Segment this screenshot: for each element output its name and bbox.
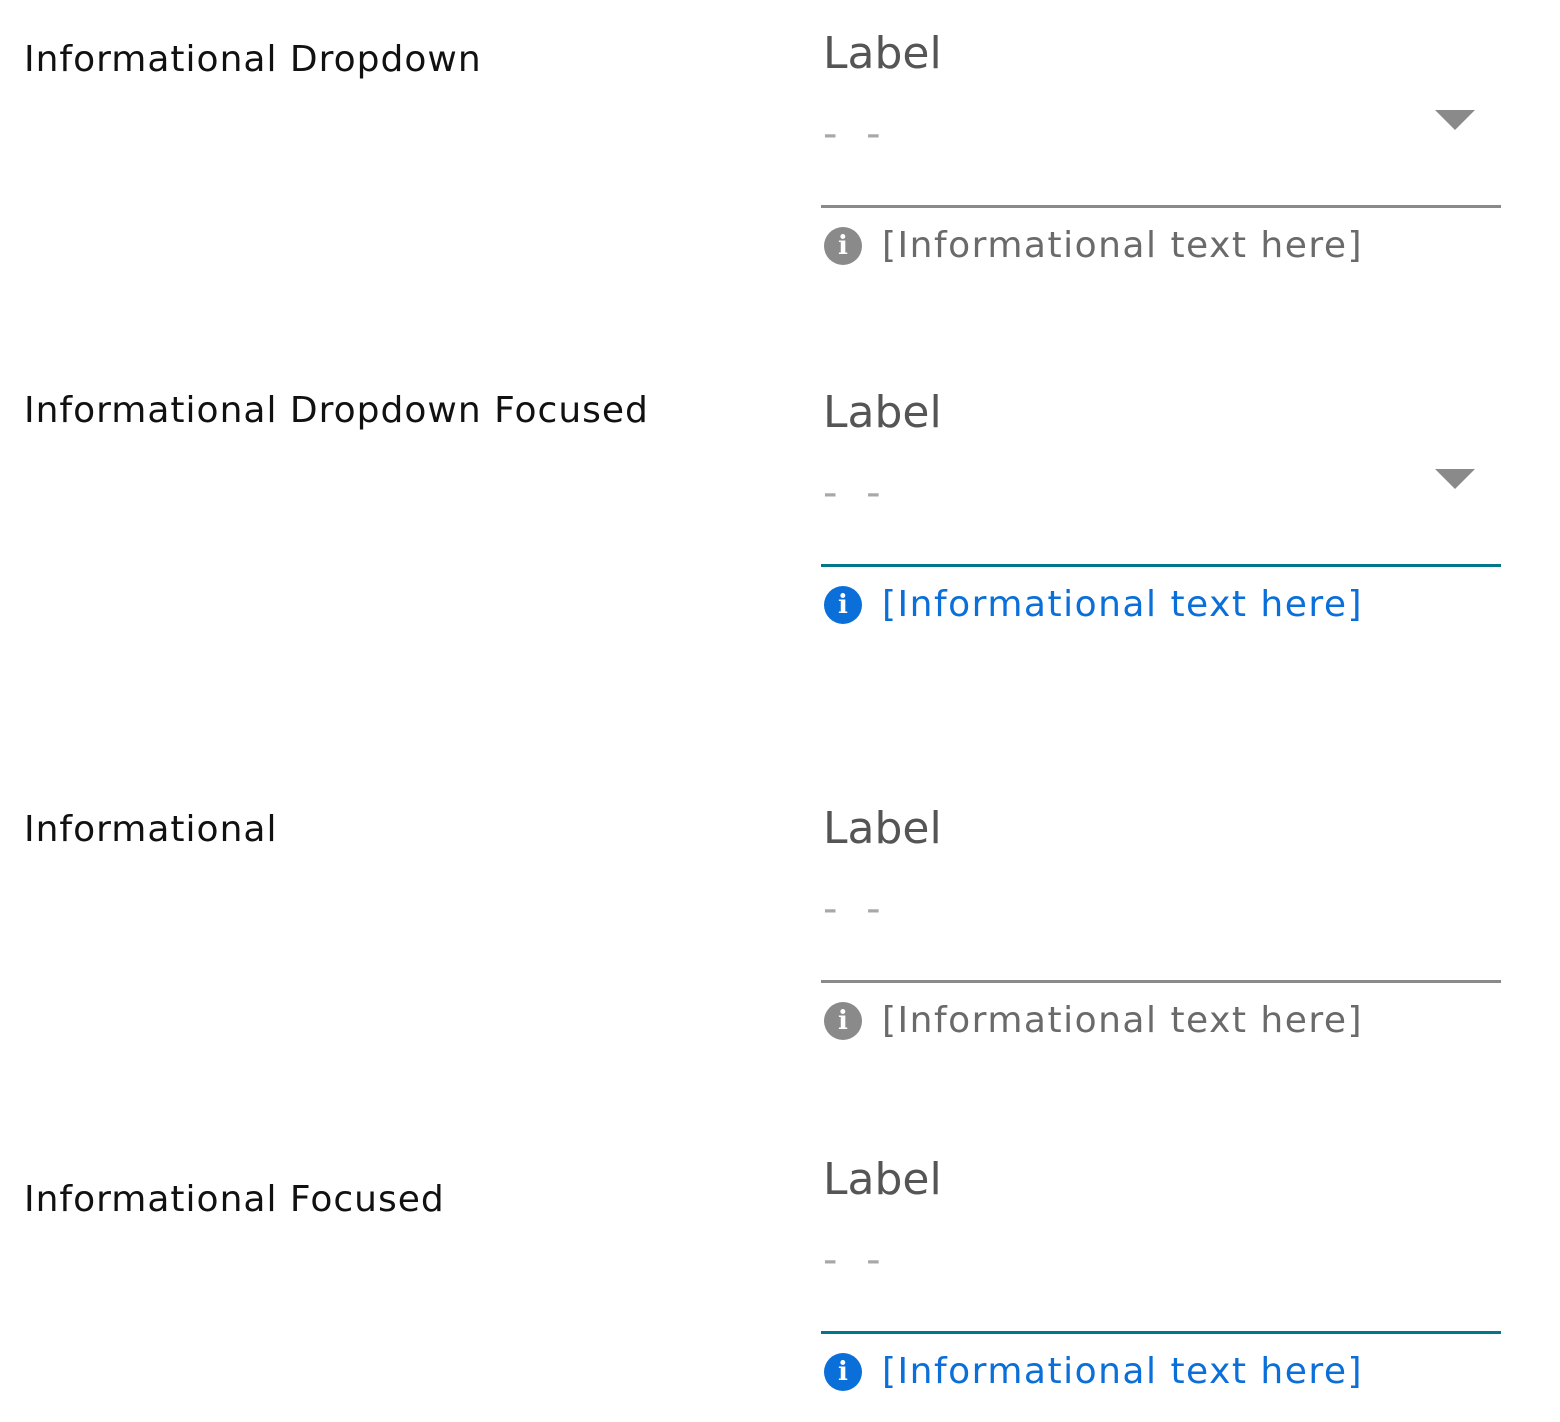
info-icon: i xyxy=(824,1002,862,1040)
field-value: - - xyxy=(823,111,889,157)
row-title: Informational Dropdown xyxy=(24,39,482,80)
field-label: Label xyxy=(823,803,942,854)
field-label: Label xyxy=(823,28,942,79)
field-underline xyxy=(821,205,1501,208)
field-label: Label xyxy=(823,387,942,438)
row-title: Informational Dropdown Focused xyxy=(24,390,649,431)
text-input[interactable]: - - xyxy=(821,1214,1501,1334)
dropdown-select[interactable]: - - xyxy=(821,447,1501,567)
field-underline xyxy=(821,1331,1501,1334)
helper-text: [Informational text here] xyxy=(882,1000,1364,1041)
helper-message: i [Informational text here] xyxy=(824,1001,1363,1041)
text-input[interactable]: - - xyxy=(821,863,1501,983)
field-value: - - xyxy=(823,1237,889,1283)
field-value: - - xyxy=(823,886,889,932)
helper-message: i [Informational text here] xyxy=(824,1352,1363,1392)
triangle-down-icon[interactable] xyxy=(1435,469,1475,489)
helper-message: i [Informational text here] xyxy=(824,585,1363,625)
helper-message: i [Informational text here] xyxy=(824,226,1363,266)
helper-text: [Informational text here] xyxy=(882,584,1364,625)
row-title: Informational xyxy=(24,809,278,850)
info-icon: i xyxy=(824,227,862,265)
field-underline xyxy=(821,980,1501,983)
info-icon: i xyxy=(824,586,862,624)
row-title: Informational Focused xyxy=(24,1179,445,1220)
triangle-down-icon[interactable] xyxy=(1435,110,1475,130)
helper-text: [Informational text here] xyxy=(882,1351,1364,1392)
field-value: - - xyxy=(823,470,889,516)
dropdown-select[interactable]: - - xyxy=(821,88,1501,208)
field-label: Label xyxy=(823,1154,942,1205)
field-underline xyxy=(821,564,1501,567)
info-icon: i xyxy=(824,1353,862,1391)
helper-text: [Informational text here] xyxy=(882,225,1364,266)
